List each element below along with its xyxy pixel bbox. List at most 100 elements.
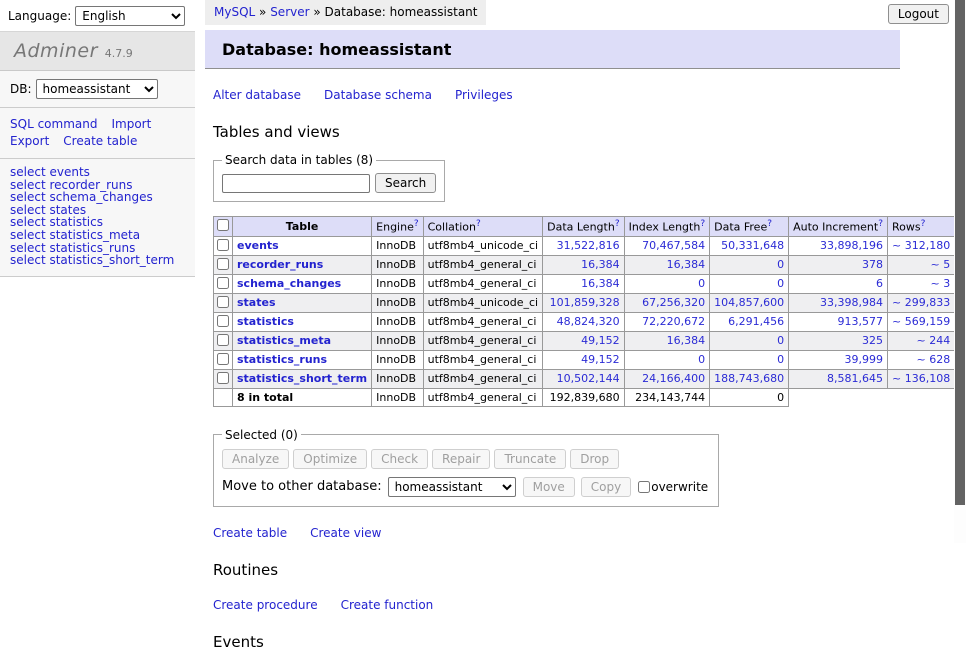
create-link[interactable]: Create table	[213, 526, 287, 540]
header-help-link[interactable]: ?	[921, 219, 926, 229]
table-row: statistics InnoDB utf8mb4_general_ci 48,…	[214, 312, 966, 331]
row-checkbox[interactable]	[217, 334, 229, 346]
row-checkbox[interactable]	[217, 315, 229, 327]
rows-cell: ~ 136,108	[888, 369, 955, 388]
index-length-cell: 0	[624, 274, 710, 293]
engine-cell: InnoDB	[372, 369, 423, 388]
db-select[interactable]: homeassistant	[36, 79, 158, 99]
sidebar-action-link[interactable]: Import	[111, 116, 151, 133]
table-name-link[interactable]: statistics_meta	[237, 334, 331, 347]
header-help-link[interactable]: ?	[476, 219, 481, 229]
breadcrumb: MySQL » Server » Database: homeassistant	[205, 0, 486, 25]
column-header: Table	[233, 217, 372, 237]
language-select[interactable]: English	[75, 6, 185, 26]
header-help-link[interactable]: ?	[700, 219, 705, 229]
tables-list: TableEngine?Collation?Data Length?Index …	[213, 216, 966, 407]
breadcrumb-item[interactable]: Server	[270, 5, 309, 19]
column-header: Index Length?	[624, 217, 710, 237]
data-free-cell: 0	[710, 274, 789, 293]
move-database-select[interactable]: homeassistant	[388, 477, 516, 497]
scrollbar-thumb[interactable]	[955, 0, 965, 505]
row-checkbox[interactable]	[217, 239, 229, 251]
table-name-link[interactable]: statistics_short_term	[237, 372, 367, 385]
search-button[interactable]: Search	[375, 173, 436, 193]
selected-action-button[interactable]: Analyze	[222, 449, 289, 469]
sidebar-select-link[interactable]: select schema_changes	[10, 191, 185, 204]
db-label: DB:	[10, 82, 32, 96]
create-link[interactable]: Create view	[310, 526, 381, 540]
collation-cell: utf8mb4_general_ci	[423, 369, 542, 388]
data-length-cell: 49,152	[543, 331, 624, 350]
collation-cell: utf8mb4_general_ci	[423, 274, 542, 293]
data-length-cell: 48,824,320	[543, 312, 624, 331]
selected-fieldset: Selected (0) AnalyzeOptimizeCheckRepairT…	[213, 428, 719, 507]
table-name-link[interactable]: statistics_runs	[237, 353, 327, 366]
header-help-link[interactable]: ?	[414, 219, 419, 229]
selected-buttons: AnalyzeOptimizeCheckRepairTruncateDrop	[222, 449, 708, 469]
copy-button[interactable]: Copy	[581, 477, 631, 497]
auto-increment-cell: 6	[789, 274, 888, 293]
logout-button[interactable]: Logout	[888, 4, 949, 24]
data-length-cell: 10,502,144	[543, 369, 624, 388]
rows-cell: ~ 3	[888, 274, 955, 293]
data-free-cell: 104,857,600	[710, 293, 789, 312]
header-help-link[interactable]: ?	[767, 219, 772, 229]
table-name-link[interactable]: schema_changes	[237, 277, 341, 290]
sidebar-action-link[interactable]: Create table	[63, 133, 137, 150]
data-free-cell: 0	[710, 331, 789, 350]
column-header: Data Length?	[543, 217, 624, 237]
routine-link[interactable]: Create function	[341, 598, 434, 612]
sidebar-select-link[interactable]: select events	[10, 166, 185, 179]
row-checkbox[interactable]	[217, 277, 229, 289]
rows-cell: ~ 312,180	[888, 236, 955, 255]
scrollbar[interactable]	[954, 0, 966, 543]
engine-cell: InnoDB	[372, 255, 423, 274]
events-heading: Events	[213, 633, 905, 651]
sidebar-select-link[interactable]: select statistics_short_term	[10, 254, 185, 267]
database-action-link[interactable]: Database schema	[324, 88, 432, 102]
routine-link[interactable]: Create procedure	[213, 598, 318, 612]
routine-links: Create procedure Create function	[213, 598, 905, 612]
header-help-link[interactable]: ?	[878, 219, 883, 229]
selected-action-button[interactable]: Check	[371, 449, 428, 469]
table-name-link[interactable]: states	[237, 296, 276, 309]
table-name-link[interactable]: statistics	[237, 315, 294, 328]
database-action-link[interactable]: Privileges	[455, 88, 513, 102]
breadcrumb-item[interactable]: MySQL	[214, 5, 255, 19]
row-checkbox[interactable]	[217, 353, 229, 365]
sidebar: Language: English Adminer 4.7.9 DB: home…	[0, 0, 195, 543]
move-button[interactable]: Move	[523, 477, 575, 497]
sidebar-action-link[interactable]: SQL command	[10, 116, 97, 133]
row-checkbox[interactable]	[217, 258, 229, 270]
index-length-cell: 67,256,320	[624, 293, 710, 312]
breadcrumb-item: Database: homeassistant	[325, 5, 478, 19]
select-all-checkbox[interactable]	[217, 219, 229, 231]
data-free-cell: 0	[710, 255, 789, 274]
sidebar-action-link[interactable]: Export	[10, 133, 49, 150]
database-action-links: Alter database Database schema Privileges	[213, 88, 905, 102]
auto-increment-cell: 39,999	[789, 350, 888, 369]
table-name-link[interactable]: recorder_runs	[237, 258, 323, 271]
data-free-cell: 50,331,648	[710, 236, 789, 255]
selected-action-button[interactable]: Truncate	[494, 449, 566, 469]
column-header: Data Free?	[710, 217, 789, 237]
auto-increment-cell: 325	[789, 331, 888, 350]
row-checkbox[interactable]	[217, 296, 229, 308]
engine-cell: InnoDB	[372, 350, 423, 369]
breadcrumb-separator: »	[310, 5, 325, 19]
table-name-link[interactable]: events	[237, 239, 279, 252]
search-input[interactable]	[222, 174, 370, 193]
engine-cell: InnoDB	[372, 331, 423, 350]
index-length-cell: 0	[624, 350, 710, 369]
database-action-link[interactable]: Alter database	[213, 88, 301, 102]
selected-action-button[interactable]: Repair	[432, 449, 490, 469]
table-row: events InnoDB utf8mb4_unicode_ci 31,522,…	[214, 236, 966, 255]
overwrite-checkbox[interactable]	[638, 481, 650, 493]
auto-increment-cell: 913,577	[789, 312, 888, 331]
header-help-link[interactable]: ?	[615, 219, 620, 229]
row-checkbox[interactable]	[217, 372, 229, 384]
sidebar-select-link[interactable]: select statistics_meta	[10, 229, 185, 242]
data-free-cell: 6,291,456	[710, 312, 789, 331]
selected-action-button[interactable]: Drop	[570, 449, 619, 469]
selected-action-button[interactable]: Optimize	[293, 449, 367, 469]
